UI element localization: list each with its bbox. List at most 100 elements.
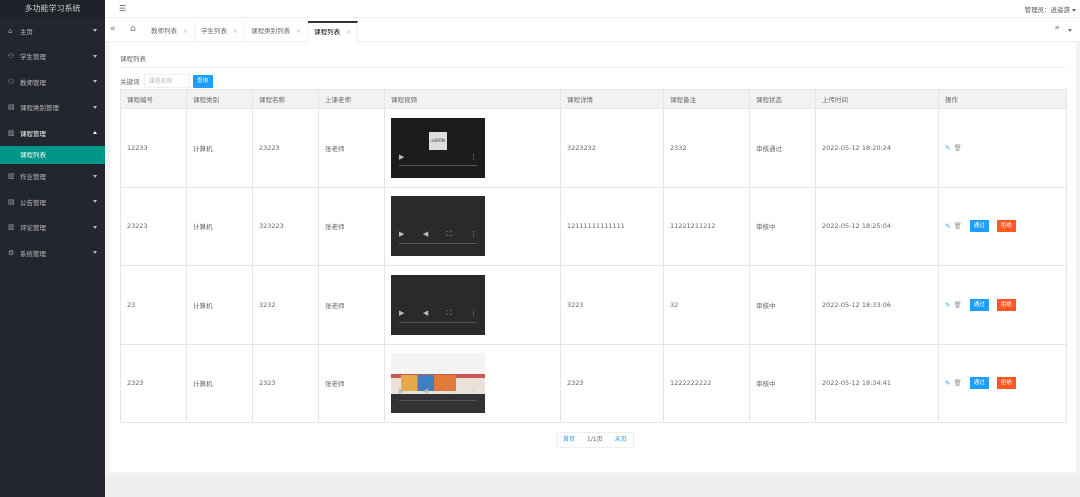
edit-icon[interactable]: ✎ xyxy=(945,379,950,387)
sidebar-item-label: 公告管理 xyxy=(20,198,46,207)
cell-detail: 3223 xyxy=(560,265,664,345)
close-icon[interactable]: × xyxy=(233,28,238,35)
sidebar-item-comments[interactable]: ▥ 评论管理 xyxy=(0,215,105,241)
more-icon[interactable]: ⋮ xyxy=(470,230,477,239)
fullscreen-icon[interactable]: ⛶ xyxy=(447,387,452,396)
sidebar-item-courses[interactable]: ▥ 课程管理 xyxy=(0,120,105,146)
cell-category: 计算机 xyxy=(186,108,253,188)
delete-icon[interactable]: 🗑 xyxy=(953,222,961,230)
search-input[interactable] xyxy=(143,74,190,88)
edit-icon[interactable]: ✎ xyxy=(945,144,950,152)
double-chevron-left-icon[interactable]: « xyxy=(110,24,116,34)
last-page-link[interactable]: 末页 xyxy=(609,433,633,447)
search-button[interactable]: 查询 xyxy=(192,74,213,88)
menu-toggle-icon[interactable]: ☰ xyxy=(119,4,126,13)
bell-icon: ▤ xyxy=(8,197,15,206)
close-icon[interactable]: × xyxy=(346,29,351,36)
home-tab-icon[interactable]: ⌂ xyxy=(130,24,136,34)
pagination: 首页 1/1页 末页 xyxy=(556,432,634,448)
sidebar-item-home[interactable]: ⌂ 主页 xyxy=(0,18,105,44)
video-thumbnail-logo: aiSION xyxy=(429,131,447,150)
admin-menu[interactable]: 管理员：逍遥游 xyxy=(1025,4,1076,14)
edit-icon[interactable]: ✎ xyxy=(945,222,950,230)
delete-icon[interactable]: 🗑 xyxy=(953,379,961,387)
delete-icon[interactable]: 🗑 xyxy=(953,144,961,152)
cell-detail: 3223232 xyxy=(560,108,664,188)
close-icon[interactable]: × xyxy=(183,28,188,35)
breadcrumb: 课程列表 xyxy=(120,55,146,63)
tab-label: 教师列表 xyxy=(151,27,177,35)
video-progress[interactable] xyxy=(399,164,477,166)
reject-button[interactable]: 拒绝 xyxy=(996,220,1016,233)
tab-teacher-list[interactable]: 教师列表 × xyxy=(145,21,196,42)
cell-video: ▶ ◀ ⛶ ⋮ xyxy=(384,265,561,345)
cell-note: 1222222222 xyxy=(663,343,750,423)
tab-label: 课程类别列表 xyxy=(251,27,291,35)
chevron-down-icon xyxy=(93,29,97,33)
cell-teacher: 张老师 xyxy=(318,343,385,423)
first-page-link[interactable]: 首页 xyxy=(557,433,581,447)
play-icon[interactable]: ▶ xyxy=(399,387,404,396)
sidebar-item-homework[interactable]: ▥ 作业管理 xyxy=(0,164,105,190)
tab-course-category-list[interactable]: 课程类别列表 × xyxy=(245,21,309,42)
col-header: 课程状态 xyxy=(749,89,816,109)
cell-video: ▶ ◀ ⛶ ⋮ xyxy=(384,186,561,266)
sidebar-item-course-categories[interactable]: ▤ 课程类别管理 xyxy=(0,95,105,121)
chevron-down-icon[interactable] xyxy=(1068,29,1072,32)
tab-student-list[interactable]: 学生列表 × xyxy=(195,21,246,42)
video-player[interactable]: aiSION ▶ ⋮ xyxy=(391,117,485,178)
cell-name: 3232 xyxy=(252,265,319,345)
video-controls: ▶ ⋮ xyxy=(399,153,477,161)
cell-category: 计算机 xyxy=(186,343,253,423)
close-icon[interactable]: × xyxy=(296,28,301,35)
sidebar-item-teachers[interactable]: ⚇ 教师管理 xyxy=(0,69,105,95)
sidebar-item-system[interactable]: ⚙ 系统管理 xyxy=(0,240,105,266)
app-title: 多功能学习系统 xyxy=(0,0,105,18)
cell-id: 23223 xyxy=(120,186,187,266)
sidebar-subitem-course-list[interactable]: 课程列表 xyxy=(0,145,105,164)
more-icon[interactable]: ⋮ xyxy=(470,387,477,396)
home-icon: ⌂ xyxy=(8,26,13,35)
reject-button[interactable]: 拒绝 xyxy=(996,377,1016,390)
cell-status: 审核通过 xyxy=(749,108,816,188)
cell-ops: ✎ 🗑 通过 拒绝 xyxy=(938,186,1067,266)
cell-id: 2323 xyxy=(120,343,187,423)
divider xyxy=(120,67,1066,68)
video-progress[interactable] xyxy=(399,400,477,402)
user-icon: ⚇ xyxy=(8,77,15,86)
comment-icon: ▥ xyxy=(8,223,15,232)
more-icon[interactable]: ⋮ xyxy=(470,309,477,318)
volume-icon[interactable]: ◀ xyxy=(423,387,428,396)
approve-button[interactable]: 通过 xyxy=(969,220,989,233)
sidebar-item-label: 作业管理 xyxy=(20,173,46,182)
volume-icon[interactable]: ◀ xyxy=(423,230,428,239)
chevron-down-icon xyxy=(1072,8,1076,12)
sidebar-item-announcements[interactable]: ▤ 公告管理 xyxy=(0,189,105,215)
video-player[interactable]: ▶ ◀ ⛶ ⋮ xyxy=(391,353,485,414)
table-row: 12233 计算机 23223 张老师 aiSION ▶ ⋮ 3223232 23… xyxy=(120,108,1067,188)
video-player[interactable]: ▶ ◀ ⛶ ⋮ xyxy=(391,274,485,335)
double-chevron-right-icon[interactable]: » xyxy=(1054,23,1060,33)
video-player[interactable]: ▶ ◀ ⛶ ⋮ xyxy=(391,196,485,257)
cell-detail: 2323 xyxy=(560,343,664,423)
fullscreen-icon[interactable]: ⛶ xyxy=(447,309,452,318)
edit-icon[interactable]: ✎ xyxy=(945,301,950,309)
tab-label: 学生列表 xyxy=(201,27,228,35)
delete-icon[interactable]: 🗑 xyxy=(953,301,961,309)
video-progress[interactable] xyxy=(399,243,477,245)
tab-course-list[interactable]: 课程列表 × xyxy=(308,21,359,42)
volume-icon[interactable]: ◀ xyxy=(423,309,428,318)
reject-button[interactable]: 拒绝 xyxy=(996,298,1016,311)
play-icon[interactable]: ▶ xyxy=(399,153,404,161)
cell-note: 11221211212 xyxy=(663,186,750,266)
play-icon[interactable]: ▶ xyxy=(399,230,404,239)
video-progress[interactable] xyxy=(399,321,477,323)
play-icon[interactable]: ▶ xyxy=(399,309,404,318)
fullscreen-icon[interactable]: ⛶ xyxy=(447,230,452,239)
approve-button[interactable]: 通过 xyxy=(969,298,989,311)
more-icon[interactable]: ⋮ xyxy=(470,153,477,161)
cell-time: 2022-05-12 18:33:06 xyxy=(815,265,939,345)
table-row: 2323 计算机 2323 张老师 ▶ ◀ ⛶ ⋮ 2323 1222222222 审… xyxy=(120,343,1067,423)
sidebar-item-students[interactable]: ⚇ 学生管理 xyxy=(0,44,105,70)
approve-button[interactable]: 通过 xyxy=(969,377,989,390)
